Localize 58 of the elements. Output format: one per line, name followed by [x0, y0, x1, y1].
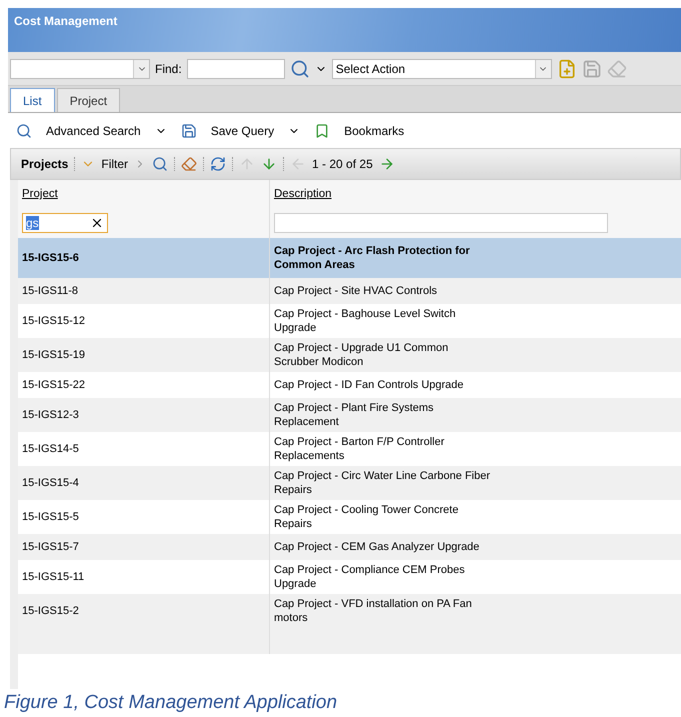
table-row[interactable]: 15-IGS12-3 Cap Project - Plant Fire Systems Replacement — [18, 398, 681, 432]
table-cell: 15-IGS14-5 — [22, 443, 79, 455]
table-cell-text: Cap Project - Cooling Tower Concrete Repairs — [274, 503, 460, 531]
table-cell: 15-IGS11-8 — [22, 285, 78, 297]
search-icon[interactable] — [16, 122, 32, 138]
action-dropdown[interactable]: Select Action — [332, 58, 552, 78]
table-row[interactable]: 15-IGS15-2 Cap Project - VFD installation on PA Fan motors — [18, 594, 681, 628]
table-cell: 15-IGS15-5 — [22, 511, 79, 523]
table-cell: Cap Project - CEM Gas Analyzer Upgrade — [274, 540, 480, 554]
column-header[interactable]: Description — [274, 188, 332, 200]
tab[interactable]: List — [10, 88, 55, 112]
table-cell-text: Cap Project - Arc Flash Protection for Common Areas — [274, 244, 471, 272]
tab[interactable]: Project — [56, 88, 120, 112]
table-cell: 15-IGS15-2 — [22, 605, 79, 617]
table-cell: 15-IGS12-3 — [22, 409, 79, 421]
action-link[interactable]: Save Query — [210, 124, 274, 138]
table-cell: 15-IGS15-4 — [22, 477, 79, 489]
bookmark-icon[interactable] — [314, 122, 330, 138]
table-cell-text: Cap Project - Circ Water Line Carbone Fiber Repairs — [274, 469, 492, 497]
filter-field[interactable] — [274, 213, 608, 233]
table-cell: 15-IGS15-11 — [22, 571, 84, 583]
find-label: Find: — [155, 62, 182, 76]
figure-caption: Figure 1, Cost Management Application — [4, 692, 338, 714]
action-link[interactable]: Bookmarks — [344, 124, 404, 138]
table-cell: Cap Project - ID Fan Controls Upgrade — [274, 378, 464, 392]
table-cell-text: Cap Project - Compliance CEM Probes Upgrade — [274, 563, 466, 591]
find-field[interactable] — [186, 58, 285, 78]
column-header[interactable]: Project — [22, 188, 58, 200]
save-icon[interactable] — [180, 122, 197, 138]
clear-icon[interactable] — [90, 216, 104, 230]
grid-title: Projects — [21, 157, 68, 171]
eraser-icon[interactable] — [181, 156, 198, 172]
search-icon[interactable] — [152, 156, 168, 172]
new-document-icon[interactable] — [556, 58, 577, 78]
table-row[interactable]: 15-IGS15-6 Cap Project - Arc Flash Protection for Common Areas — [18, 238, 681, 278]
filter-field[interactable]: gs — [22, 213, 108, 233]
search-icon[interactable] — [290, 58, 310, 78]
table-cell: 15-IGS15-7 — [22, 541, 79, 553]
table-row[interactable]: 15-IGS11-8 Cap Project - Site HVAC Controls — [18, 278, 681, 304]
table-cell: Cap Project - Site HVAC Controls — [274, 284, 438, 298]
window-title: Cost Management — [14, 14, 118, 28]
table-cell-text: Cap Project - Plant Fire Systems Replacement — [274, 401, 435, 429]
action-link[interactable]: Advanced Search — [46, 124, 141, 138]
table-row[interactable]: 15-IGS15-7 Cap Project - CEM Gas Analyzer Upgrade — [18, 534, 681, 560]
table-cell: 15-IGS15-6 — [22, 252, 79, 264]
table-cell: 15-IGS15-12 — [22, 315, 85, 327]
table-cell: 15-IGS15-19 — [22, 349, 85, 361]
table-cell-text: Cap Project - Upgrade U1 Common Scrubber Modicon — [274, 341, 450, 369]
refresh-icon[interactable] — [210, 156, 226, 172]
table-row[interactable]: 15-IGS15-4 Cap Project - Circ Water Line Carbone Fiber Repairs — [18, 466, 681, 500]
filter-button[interactable]: Filter — [101, 157, 128, 171]
table-cell-text: Cap Project - VFD installation on PA Fan motors — [274, 597, 473, 625]
table-cell: 15-IGS15-22 — [22, 379, 85, 391]
table-row[interactable]: 15-IGS15-19 Cap Project - Upgrade U1 Common Scrubber Modicon — [18, 338, 681, 372]
arrow-right-icon[interactable] — [378, 156, 395, 172]
table-cell-text: Cap Project - Baghouse Level Switch Upgrade — [274, 307, 457, 335]
table-cell-text: Cap Project - Barton F/P Controller Replacements — [274, 435, 446, 463]
page-range: 1 - 20 of 25 — [312, 157, 373, 171]
